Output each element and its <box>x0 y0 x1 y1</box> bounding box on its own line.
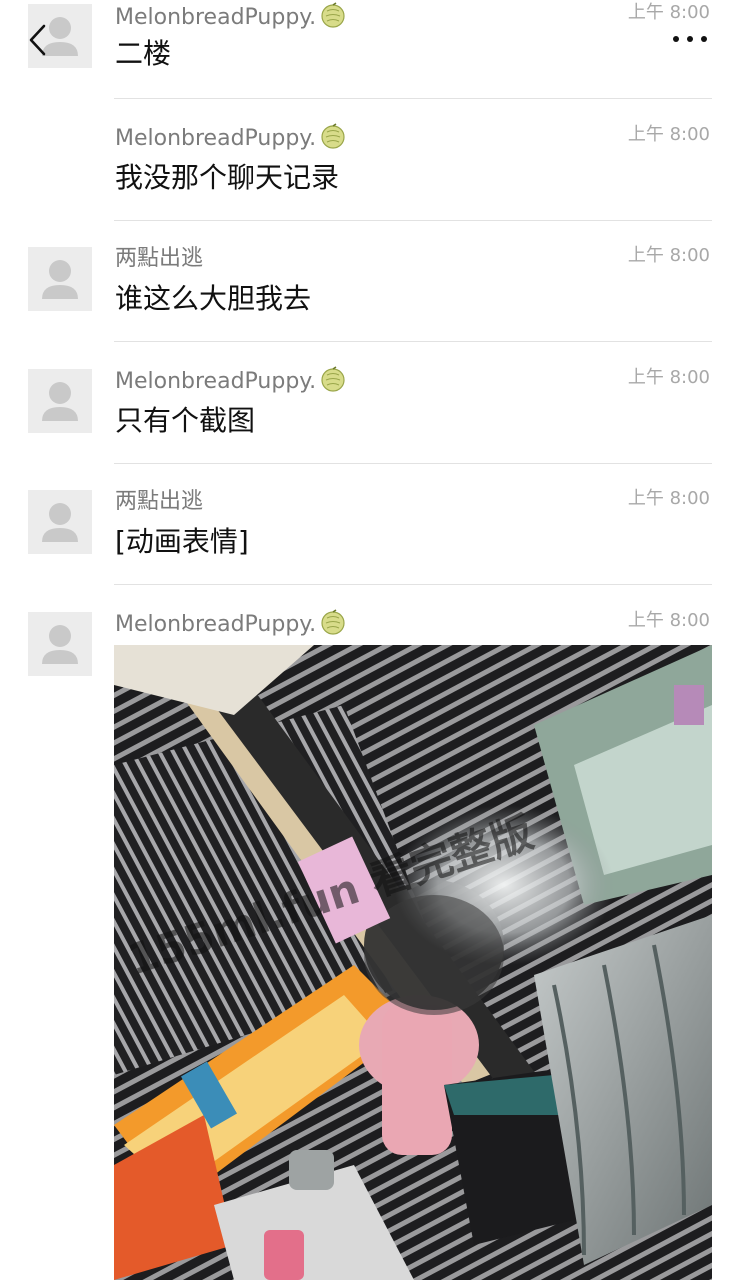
avatar[interactable] <box>28 247 92 311</box>
message-text[interactable]: 谁这么大胆我去 <box>115 279 311 319</box>
sender-name: MelonbreadPuppy. <box>115 609 346 640</box>
avatar[interactable] <box>28 612 92 676</box>
message-text[interactable]: 二楼 <box>115 34 171 74</box>
melon-emoji-icon <box>321 609 345 635</box>
more-options-button[interactable] <box>664 24 716 54</box>
chevron-left-icon <box>29 24 46 56</box>
more-dots-icon <box>673 36 707 42</box>
message-time: 上午 8:00 <box>627 2 710 23</box>
message-time: 上午 8:00 <box>627 245 710 266</box>
divider <box>114 341 712 342</box>
divider <box>114 584 712 585</box>
sender-name: 两點出逃 <box>115 489 204 514</box>
default-avatar-icon <box>42 625 78 664</box>
message-text[interactable]: [动画表情] <box>115 522 249 562</box>
message-time: 上午 8:00 <box>627 124 710 145</box>
avatar[interactable] <box>28 490 92 554</box>
message-time: 上午 8:00 <box>627 610 710 631</box>
message-time: 上午 8:00 <box>627 367 710 388</box>
message-text[interactable]: 只有个截图 <box>115 401 255 441</box>
photo-canvas: 155ml.fun 看完整版 <box>114 645 712 1280</box>
melon-emoji-icon <box>321 2 345 28</box>
sender-name: MelonbreadPuppy. <box>115 366 346 397</box>
message-text[interactable]: 我没那个聊天记录 <box>115 158 339 198</box>
back-button[interactable] <box>22 18 58 62</box>
sender-name: MelonbreadPuppy. <box>115 123 346 154</box>
default-avatar-icon <box>42 382 78 421</box>
divider <box>114 98 712 99</box>
melon-emoji-icon <box>321 366 345 392</box>
message-time: 上午 8:00 <box>627 488 710 509</box>
sender-name: 两點出逃 <box>115 246 204 271</box>
message-image[interactable]: 155ml.fun 看完整版 <box>114 645 712 1280</box>
divider <box>114 463 712 464</box>
default-avatar-icon <box>42 260 78 299</box>
divider <box>114 220 712 221</box>
default-avatar-icon <box>42 503 78 542</box>
sender-name: MelonbreadPuppy. <box>115 2 346 33</box>
melon-emoji-icon <box>321 123 345 149</box>
avatar[interactable] <box>28 369 92 433</box>
